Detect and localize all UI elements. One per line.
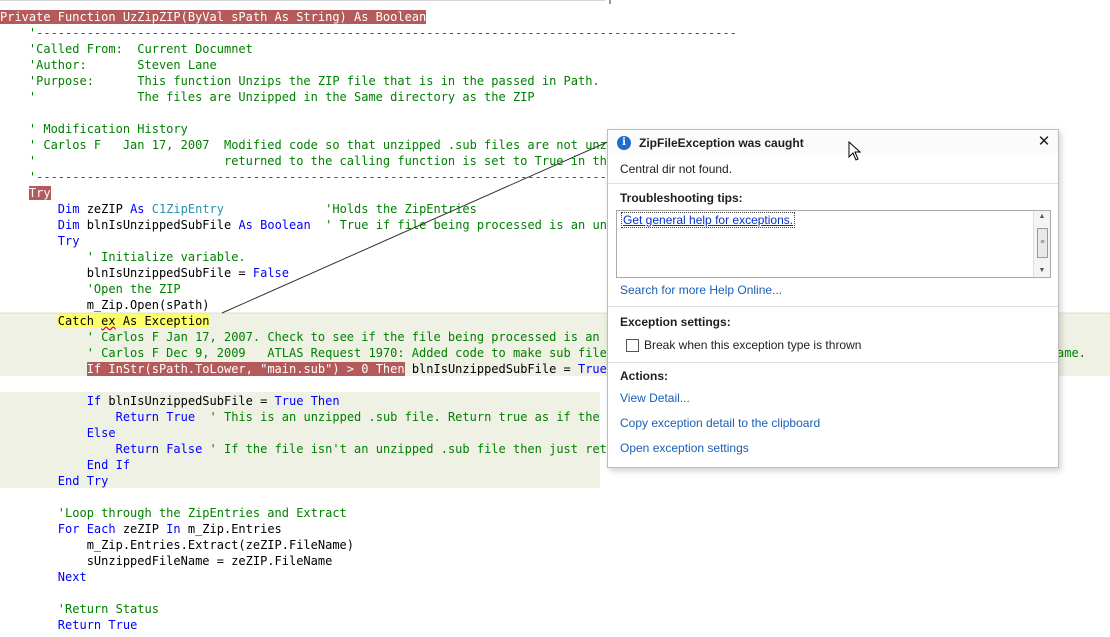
troubleshooting-tips-list[interactable]: Get general help for exceptions. ▲ ≡ ▼ [616, 210, 1051, 278]
divider [608, 183, 1058, 184]
info-icon: i [617, 136, 631, 150]
exception-title: ZipFileException was caught [639, 136, 804, 150]
open-exception-settings-link[interactable]: Open exception settings [620, 441, 749, 455]
scroll-up-arrow-icon[interactable]: ▲ [1034, 211, 1050, 223]
exception-header: i ZipFileException was caught ✕ [608, 130, 1058, 156]
exception-settings-heading: Exception settings: [620, 315, 731, 329]
divider [608, 362, 1058, 363]
exception-message: Central dir not found. [620, 162, 733, 176]
tips-scrollbar[interactable]: ▲ ≡ ▼ [1033, 211, 1050, 277]
break-when-thrown-label[interactable]: Break when this exception type is thrown [644, 338, 861, 352]
actions-heading: Actions: [620, 369, 668, 383]
search-help-online-link[interactable]: Search for more Help Online... [620, 283, 782, 297]
close-icon[interactable]: ✕ [1036, 133, 1052, 151]
exception-assistant-popup[interactable]: i ZipFileException was caught ✕ Central … [607, 129, 1059, 468]
break-when-thrown-checkbox[interactable] [626, 339, 639, 352]
copy-exception-detail-link[interactable]: Copy exception detail to the clipboard [620, 416, 820, 430]
view-detail-link[interactable]: View Detail... [620, 391, 690, 405]
divider [608, 306, 1058, 307]
general-help-link[interactable]: Get general help for exceptions. [621, 212, 796, 228]
troubleshooting-heading: Troubleshooting tips: [620, 191, 743, 205]
scroll-down-arrow-icon[interactable]: ▼ [1034, 265, 1050, 277]
mouse-pointer-icon [848, 141, 862, 161]
scroll-thumb[interactable]: ≡ [1037, 228, 1048, 258]
